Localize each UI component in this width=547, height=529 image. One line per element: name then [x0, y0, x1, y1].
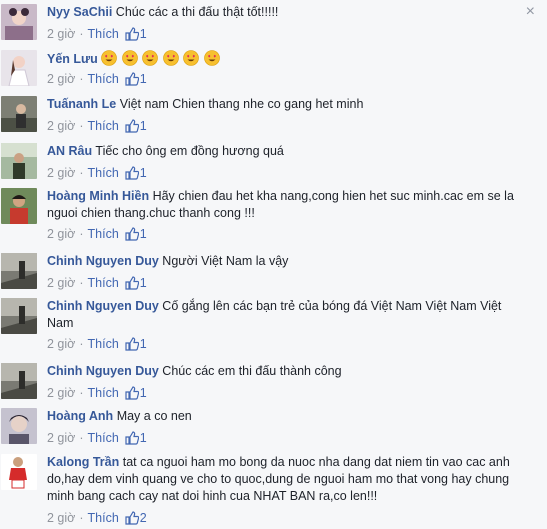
thumbs-up-icon	[125, 119, 140, 137]
comment-text: Việt nam Chien thang nhe co gang het min…	[119, 97, 364, 111]
thumbs-up-icon	[125, 431, 140, 449]
avatar[interactable]	[1, 298, 37, 334]
commenter-name[interactable]: Chinh Nguyen Duy	[47, 364, 159, 378]
like-count[interactable]: 1	[140, 27, 147, 41]
commenter-name[interactable]: Chinh Nguyen Duy	[47, 254, 159, 268]
comment-time[interactable]: 2 giờ	[47, 337, 75, 351]
heart-eyes-emoji-icon	[142, 50, 158, 66]
close-icon[interactable]: ×	[526, 4, 535, 20]
commenter-name[interactable]: Hoàng Minh Hiền	[47, 189, 149, 203]
thumbs-up-icon	[125, 386, 140, 404]
comment-time[interactable]: 2 giờ	[47, 431, 75, 445]
avatar[interactable]	[1, 4, 37, 40]
like-button[interactable]: Thích	[88, 386, 119, 400]
commenter-name[interactable]: Hoàng Anh	[47, 409, 113, 423]
commenter-name[interactable]: AN Râu	[47, 144, 92, 158]
thumbs-up-icon	[125, 337, 140, 355]
avatar[interactable]	[1, 143, 37, 179]
thumbs-up-icon	[125, 227, 140, 245]
like-button[interactable]: Thích	[88, 276, 119, 290]
comment-time[interactable]: 2 giờ	[47, 386, 75, 400]
commenter-name[interactable]: Yến Lưu	[47, 52, 98, 66]
like-button[interactable]: Thích	[88, 337, 119, 351]
comment-text: May a co nen	[116, 409, 192, 423]
like-count[interactable]: 1	[140, 337, 147, 351]
commenter-name[interactable]: Kalong Trần	[47, 455, 119, 469]
comment-text: Người Việt Nam la vậy	[162, 254, 289, 268]
heart-eyes-emoji-icon	[101, 50, 118, 66]
like-button[interactable]: Thích	[88, 227, 119, 241]
comment-time[interactable]: 2 giờ	[47, 72, 75, 86]
comment-time[interactable]: 2 giờ	[47, 511, 75, 525]
like-button[interactable]: Thích	[88, 511, 119, 525]
commenter-name[interactable]: Nyy SaChii	[47, 5, 112, 19]
like-count[interactable]: 2	[140, 511, 147, 525]
avatar[interactable]	[1, 96, 37, 132]
comment-time[interactable]: 2 giờ	[47, 276, 75, 290]
avatar[interactable]	[1, 188, 37, 224]
thumbs-up-icon	[125, 27, 140, 45]
like-count[interactable]: 1	[140, 119, 147, 133]
thumbs-up-icon	[125, 276, 140, 294]
like-button[interactable]: Thích	[88, 166, 119, 180]
heart-eyes-emoji-row	[101, 50, 220, 66]
comment-text: Chúc các a thi đấu thật tốt!!!!!	[115, 5, 279, 19]
like-count[interactable]: 1	[140, 276, 147, 290]
comment-text: Chúc các em thi đấu thành công	[162, 364, 342, 378]
avatar[interactable]	[1, 50, 37, 86]
comment-time[interactable]: 2 giờ	[47, 27, 75, 41]
heart-eyes-emoji-icon	[121, 50, 138, 66]
thumbs-up-icon	[125, 166, 140, 184]
heart-eyes-emoji-icon	[203, 50, 220, 66]
like-count[interactable]: 1	[140, 386, 147, 400]
comments-panel: × Nyy SaChii Chúc các a thi đấu thật tốt…	[0, 0, 547, 529]
like-count[interactable]: 1	[140, 227, 147, 241]
thumbs-up-icon	[125, 72, 140, 90]
commenter-name[interactable]: Chinh Nguyen Duy	[47, 299, 159, 313]
avatar[interactable]	[1, 363, 37, 399]
avatar[interactable]	[1, 454, 37, 490]
comment-time[interactable]: 2 giờ	[47, 166, 75, 180]
comment-text: Tiếc cho ông em đồng hương quá	[95, 144, 284, 158]
like-button[interactable]: Thích	[88, 119, 119, 133]
avatar[interactable]	[1, 253, 37, 289]
heart-eyes-emoji-icon	[183, 50, 199, 66]
like-count[interactable]: 1	[140, 166, 147, 180]
like-button[interactable]: Thích	[88, 72, 119, 86]
like-button[interactable]: Thích	[88, 431, 119, 445]
comment-time[interactable]: 2 giờ	[47, 227, 75, 241]
like-count[interactable]: 1	[140, 72, 147, 86]
commenter-name[interactable]: Tuấnanh Le	[47, 97, 116, 111]
comment-time[interactable]: 2 giờ	[47, 119, 75, 133]
heart-eyes-emoji-icon	[162, 50, 179, 66]
like-count[interactable]: 1	[140, 431, 147, 445]
like-button[interactable]: Thích	[88, 27, 119, 41]
avatar[interactable]	[1, 408, 37, 444]
thumbs-up-icon	[125, 511, 140, 529]
